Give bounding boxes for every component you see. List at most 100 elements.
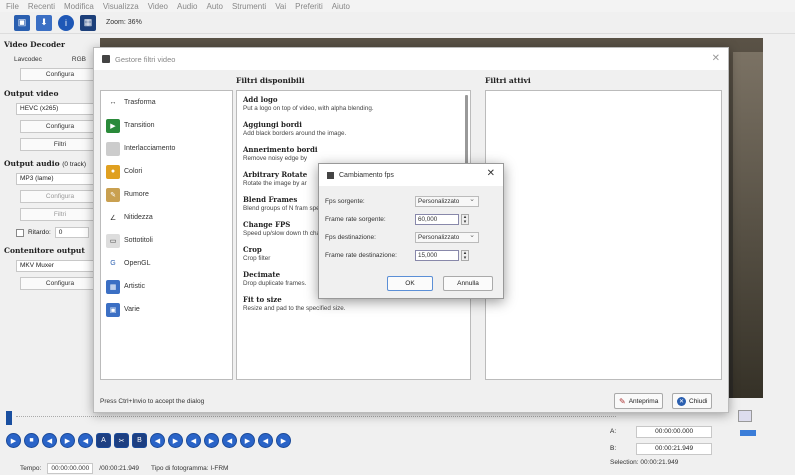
play-icon[interactable]: ▶ <box>6 433 21 448</box>
delay-label: Ritardo: <box>28 229 51 236</box>
current-time-input[interactable]: 00:00:00.000 <box>47 462 94 474</box>
set-marker-b-icon[interactable]: B <box>132 433 147 448</box>
info-icon[interactable]: i <box>58 14 74 31</box>
menu-item[interactable]: Audio <box>177 2 197 11</box>
source-rate-row: Frame rate sorgente: 60,000 ▴ ▾ <box>325 214 469 225</box>
time-label: Tempo: <box>20 464 42 472</box>
last-frame-icon[interactable]: ▶ <box>240 433 255 448</box>
marker-b-row: B: 00:00:21.949 <box>610 442 730 455</box>
frame-type: Tipo di fotogramma: I-FRM <box>151 464 229 472</box>
fps-ok-button[interactable]: OK <box>387 276 433 291</box>
menu-item[interactable]: Vai <box>275 2 286 11</box>
dialog-title: Gestore filtri video <box>115 54 176 64</box>
noise-icon: ✎ <box>106 187 120 202</box>
category-item[interactable]: Interlacciamento <box>101 137 232 160</box>
category-item[interactable]: G OpenGL <box>101 252 232 275</box>
timeline-cursor[interactable] <box>6 411 12 425</box>
goto-a-icon[interactable]: ◀ <box>150 433 165 448</box>
category-item[interactable]: ● Colori <box>101 160 232 183</box>
video-filters-button[interactable]: Filtri <box>20 138 100 151</box>
category-item[interactable]: ↔ Trasforma <box>101 91 232 114</box>
filter-description: Resize and pad to the specified size. <box>243 305 346 312</box>
dest-rate-label: Frame rate destinazione: <box>325 252 397 259</box>
next-black-icon[interactable]: ▶ <box>204 433 219 448</box>
audio-configure-button[interactable]: Configura <box>20 190 100 203</box>
category-item[interactable]: ▭ Sottotitoli <box>101 229 232 252</box>
save-video-icon[interactable]: ⬇ <box>36 14 52 31</box>
right-column <box>763 34 795 475</box>
open-video-icon[interactable]: ▣ <box>14 14 30 31</box>
decoder-configure-button[interactable]: Configura <box>20 68 100 81</box>
menu-item[interactable]: Strumenti <box>232 2 266 11</box>
category-item[interactable]: ▣ Varie <box>101 298 232 321</box>
menu-item[interactable]: File <box>6 2 19 11</box>
dest-rate-row: Frame rate destinazione: 15,000 ▴ ▾ <box>325 250 469 261</box>
category-item[interactable]: ∠ Nitidezza <box>101 206 232 229</box>
fps-close-icon[interactable]: ✕ <box>487 168 495 179</box>
menu-item[interactable]: Video <box>148 2 168 11</box>
filter-item[interactable]: Aggiungi bordi Add black borders around t… <box>237 116 470 141</box>
accept-hint: Press Ctrl+Invio to accept the dialog <box>100 398 205 405</box>
stop-icon[interactable]: ■ <box>24 433 39 448</box>
source-rate-spinner[interactable]: ▴ ▾ <box>461 214 469 225</box>
timeline-track[interactable] <box>16 416 616 418</box>
delay-input[interactable]: 0 <box>54 227 89 238</box>
colors-icon: ● <box>106 164 120 179</box>
transition-icon: ▶ <box>106 118 120 133</box>
artistic-icon: ▦ <box>106 279 120 294</box>
category-label: Nitidezza <box>124 214 153 221</box>
lavcodec-label: Lavcodec <box>14 56 42 63</box>
category-list: ↔ Trasforma ▶ Transition Interlacciamento ● Co… <box>100 90 233 380</box>
audio-filters-button[interactable]: Filtri <box>20 208 100 221</box>
menu-item[interactable]: Preferiti <box>295 2 323 11</box>
marker-a-row: A: 00:00:00.000 <box>610 425 730 438</box>
prev-keyframe-icon[interactable]: ◀ <box>78 433 93 448</box>
close-button[interactable]: ✕ Chiudi <box>672 393 713 409</box>
menu-item[interactable]: Visualizza <box>103 2 139 11</box>
video-codec-select[interactable]: HEVC (x265) <box>16 103 100 115</box>
category-item[interactable]: ▦ Artistic <box>101 275 232 298</box>
forward-icon[interactable]: ▶ <box>276 433 291 448</box>
video-configure-button[interactable]: Configura <box>20 120 100 133</box>
cut-icon[interactable]: ✂ <box>114 433 129 448</box>
dest-rate-input[interactable]: 15,000 <box>415 250 459 261</box>
preview-button[interactable]: ✎ Anteprima <box>614 393 664 409</box>
menu-item[interactable]: Modifica <box>64 2 94 11</box>
volume-icon[interactable] <box>738 410 752 422</box>
audio-codec-select[interactable]: MP3 (lame) <box>16 173 100 185</box>
decoder-row: Lavcodec RGB <box>4 56 96 63</box>
goto-b-icon[interactable]: ▶ <box>168 433 183 448</box>
muxer-select[interactable]: MKV Muxer <box>16 260 100 272</box>
dest-rate-spinner[interactable]: ▴ ▾ <box>461 250 469 261</box>
menu-item[interactable]: Recenti <box>28 2 55 11</box>
video-preview-edge <box>733 52 763 398</box>
marker-b-value: 00:00:21.949 <box>636 442 713 455</box>
first-frame-icon[interactable]: ◀ <box>222 433 237 448</box>
fps-cancel-button[interactable]: Annulla <box>443 276 493 291</box>
delay-row: Ritardo: 0 <box>16 227 96 238</box>
source-rate-input[interactable]: 60,000 <box>415 214 459 225</box>
ab-selection-panel: A: 00:00:00.000 B: 00:00:21.949 Selectio… <box>610 425 730 475</box>
menu-item[interactable]: Auto <box>206 2 222 11</box>
category-item[interactable]: ✎ Rumore <box>101 183 232 206</box>
menu-item[interactable]: Aiuto <box>332 2 350 11</box>
category-item[interactable]: ▶ Transition <box>101 114 232 137</box>
calculator-icon[interactable]: ▦ <box>80 14 96 31</box>
dialog-close-icon[interactable]: ✕ <box>712 53 720 64</box>
category-label: Varie <box>124 306 140 313</box>
active-filter-list[interactable] <box>485 90 722 380</box>
source-fps-select[interactable]: Personalizzato <box>415 195 479 207</box>
next-frame-icon[interactable]: ▶ <box>60 433 75 448</box>
muxer-configure-button[interactable]: Configura <box>20 277 100 290</box>
volume-slider[interactable] <box>740 430 756 436</box>
prev-black-icon[interactable]: ◀ <box>186 433 201 448</box>
opengl-icon: G <box>106 256 120 271</box>
prev-frame-icon[interactable]: ◀ <box>42 433 57 448</box>
delay-checkbox[interactable] <box>16 228 24 237</box>
set-marker-a-icon[interactable]: A <box>96 433 111 448</box>
dest-fps-select[interactable]: Personalizzato <box>415 231 479 243</box>
category-label: OpenGL <box>124 260 151 267</box>
rewind-icon[interactable]: ◀ <box>258 433 273 448</box>
filter-item[interactable]: Add logo Put a logo on top of video, with… <box>237 91 470 116</box>
dest-fps-row: Fps destinazione: Personalizzato <box>325 231 479 243</box>
